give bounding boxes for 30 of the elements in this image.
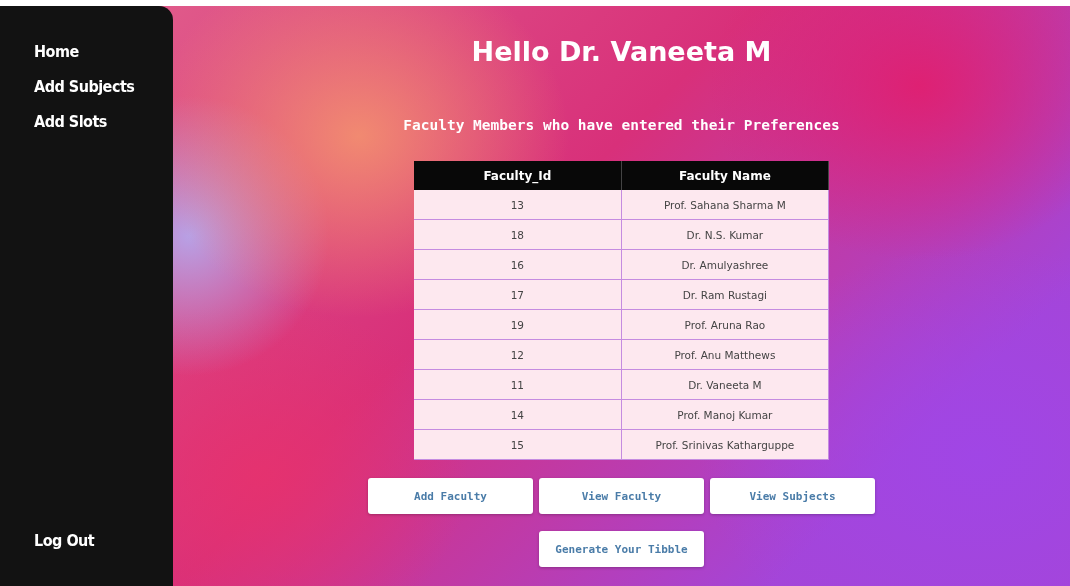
table-cell: 16 (414, 249, 622, 280)
nav-link[interactable]: Home (34, 42, 79, 61)
table-cell: 14 (414, 399, 622, 430)
action-button[interactable]: View Faculty (539, 478, 704, 514)
table-cell: Prof. Anu Matthews (621, 339, 829, 370)
table-cell: 11 (414, 369, 622, 400)
table-cell: Prof. Aruna Rao (621, 309, 829, 340)
table-cell: 19 (414, 309, 622, 340)
table-cell: Dr. Amulyashree (621, 249, 829, 280)
table-cell: 17 (414, 279, 622, 310)
table-cell: 12 (414, 339, 622, 370)
table-cell: Prof. Sahana Sharma M (621, 190, 829, 220)
section-heading: Faculty Members who have entered their Preferences (403, 117, 840, 133)
table-cell: Dr. N.S. Kumar (621, 219, 829, 250)
page-title: Hello Dr. Vaneeta M (471, 36, 772, 67)
column-header: Faculty Name (621, 161, 829, 190)
table-cell: Dr. Vaneeta M (621, 369, 829, 400)
action-button[interactable]: Add Faculty (368, 478, 533, 514)
table-cell: 15 (414, 429, 622, 460)
table-cell: Prof. Srinivas Katharguppe (621, 429, 829, 460)
column-header: Faculty_Id (414, 161, 622, 190)
table-cell: 13 (414, 190, 622, 220)
nav-link[interactable]: Add Subjects (34, 77, 135, 96)
table-cell: Dr. Ram Rustagi (621, 279, 829, 310)
table-cell: 18 (414, 219, 622, 250)
generate-button[interactable]: Generate Your Tibble (539, 531, 704, 567)
logout-link[interactable]: Log Out (34, 531, 95, 550)
nav-link[interactable]: Add Slots (34, 112, 107, 131)
table-cell: Prof. Manoj Kumar (621, 399, 829, 430)
action-button[interactable]: View Subjects (710, 478, 875, 514)
